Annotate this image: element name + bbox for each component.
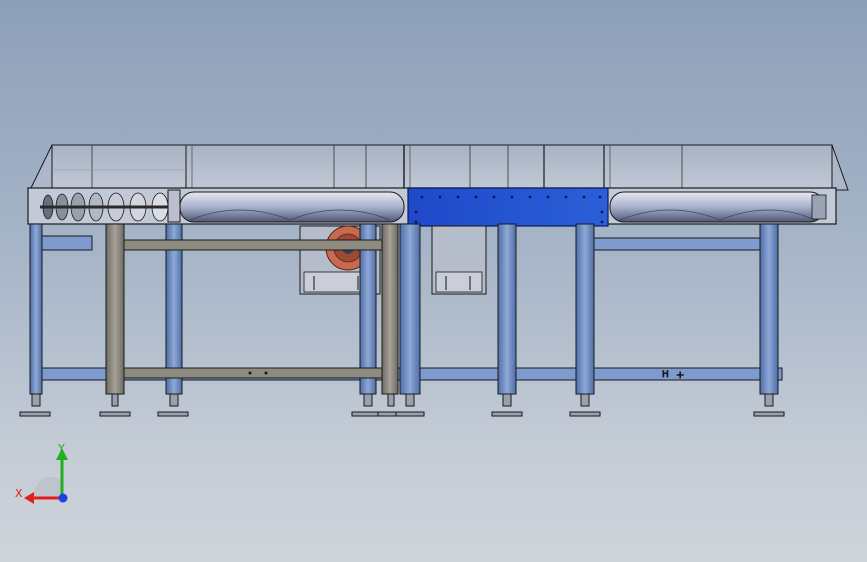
svg-text:H: H	[662, 370, 669, 380]
svg-text:+: +	[676, 370, 684, 381]
z-axis-dot	[58, 493, 68, 503]
graphics-viewport[interactable]: H + Y X	[0, 0, 867, 562]
x-axis-label: X	[15, 487, 23, 500]
y-axis-label: Y	[57, 442, 65, 455]
discharge-box[interactable]	[431, 225, 487, 295]
hopper[interactable]	[29, 144, 849, 191]
leveling-feet	[19, 393, 785, 417]
conveyor-model[interactable]: H +	[0, 0, 867, 562]
coordinate-triad: Y X	[15, 442, 68, 504]
drive-housing[interactable]	[407, 187, 609, 227]
x-axis-arrowhead	[24, 492, 34, 504]
support-frame-gray[interactable]	[105, 223, 399, 395]
